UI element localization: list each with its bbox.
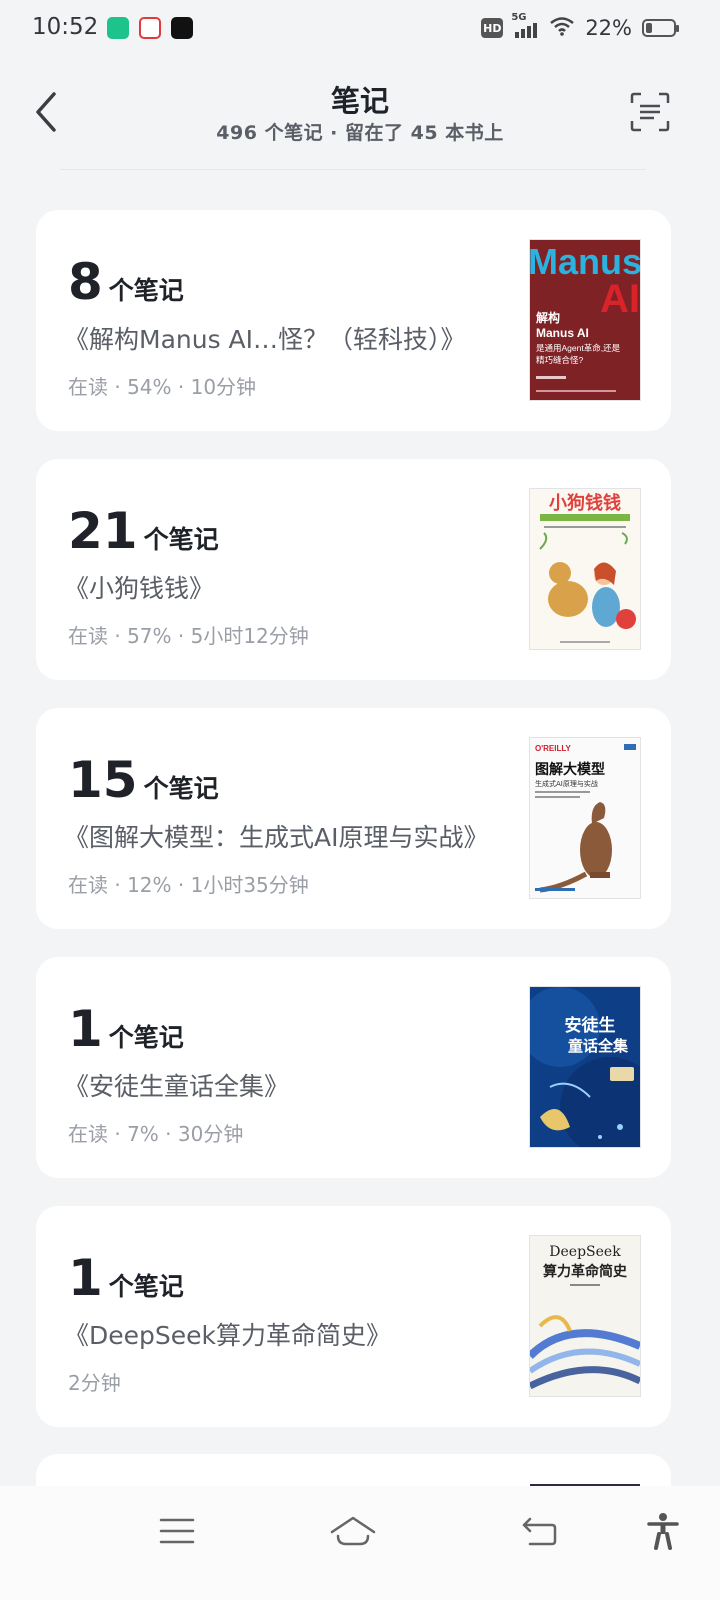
book-title: 《安徒生童话全集》 bbox=[64, 1072, 290, 1101]
note-count: 1 bbox=[68, 1000, 103, 1058]
note-count: 15 bbox=[68, 751, 138, 809]
hd-icon: HD bbox=[481, 18, 504, 38]
status-app-icons bbox=[107, 17, 193, 39]
cover-text: Manus AI bbox=[536, 326, 589, 340]
note-count-unit: 个笔记 bbox=[143, 774, 219, 803]
book-cover: DeepSeek 算力革命简史 bbox=[530, 1236, 640, 1396]
nav-home-button[interactable] bbox=[328, 1508, 378, 1554]
book-title: 《小狗钱钱》 bbox=[64, 574, 215, 603]
cover-text: 解构 bbox=[536, 310, 560, 325]
book-reading-meta: 在读 · 57% · 5小时12分钟 bbox=[68, 624, 309, 648]
book-title: 《图解大模型：生成式AI原理与实战》 bbox=[64, 823, 489, 852]
note-count-row: 21 个笔记 bbox=[68, 501, 219, 561]
book-cover: 小狗钱钱 bbox=[530, 489, 640, 649]
note-count-unit: 个笔记 bbox=[108, 1023, 184, 1052]
book-note-card[interactable]: 15 个笔记 《图解大模型：生成式AI原理与实战》 在读 · 12% · 1小时… bbox=[36, 708, 671, 929]
note-count-unit: 个笔记 bbox=[108, 1272, 184, 1301]
back-arrow-icon bbox=[522, 1517, 557, 1546]
network-type: 5G bbox=[511, 12, 527, 23]
battery-percent: 22% bbox=[585, 16, 632, 40]
page-title: 笔记 bbox=[330, 84, 389, 118]
battery-icon bbox=[642, 19, 679, 37]
app-notification-icon bbox=[171, 17, 193, 39]
cover-publisher: O'REILLY bbox=[535, 744, 572, 753]
header-divider bbox=[60, 169, 646, 170]
battery-level bbox=[646, 23, 652, 33]
book-note-card[interactable]: 8 个笔记 《解构Manus AI…怪？（轻科技）》 在读 · 54% · 10… bbox=[36, 210, 671, 431]
app-notification-icon bbox=[139, 17, 161, 39]
book-note-card[interactable]: 21 个笔记 《小狗钱钱》 在读 · 57% · 5小时12分钟 小狗钱钱 bbox=[36, 459, 671, 680]
note-count-unit: 个笔记 bbox=[143, 525, 219, 554]
home-icon bbox=[330, 1516, 376, 1546]
signal-icon: 5G bbox=[511, 12, 539, 38]
book-reading-meta: 在读 · 54% · 10分钟 bbox=[68, 375, 257, 399]
nav-accessibility-button[interactable] bbox=[638, 1508, 688, 1554]
nav-back-button[interactable] bbox=[514, 1508, 564, 1554]
note-count-row: 15 个笔记 bbox=[68, 750, 219, 810]
book-reading-meta: 2分钟 bbox=[68, 1371, 121, 1395]
book-title: 《解构Manus AI…怪？（轻科技）》 bbox=[64, 325, 466, 354]
cover-title: 童话全集 bbox=[568, 1037, 629, 1055]
app-notification-icon bbox=[107, 17, 129, 39]
note-count: 21 bbox=[68, 502, 138, 560]
note-count: 1 bbox=[68, 1249, 103, 1307]
nav-menu-button[interactable] bbox=[152, 1508, 202, 1554]
book-note-card[interactable]: 1 个笔记 《安徒生童话全集》 在读 · 7% · 30分钟 安徒生 童话全集 bbox=[36, 957, 671, 1178]
book-note-card[interactable]: 1 个笔记 《DeepSeek算力革命简史》 2分钟 DeepSeek 算力革命… bbox=[36, 1206, 671, 1427]
system-nav-bar bbox=[0, 1486, 720, 1600]
book-cover: 安徒生 童话全集 bbox=[530, 987, 640, 1147]
page-subtitle: 496 个笔记 · 留在了 45 本书上 bbox=[216, 122, 504, 144]
cover-text: 精巧缝合怪? bbox=[536, 355, 584, 365]
status-time: 10:52 bbox=[32, 14, 99, 40]
book-title: 《DeepSeek算力革命简史》 bbox=[64, 1321, 391, 1350]
book-cover: O'REILLY 图解大模型 生成式AI原理与实战 bbox=[530, 738, 640, 898]
menu-icon bbox=[159, 1518, 195, 1544]
scan-icon bbox=[630, 92, 670, 132]
scan-button[interactable] bbox=[628, 90, 672, 134]
cover-title: 小狗钱钱 bbox=[549, 492, 621, 514]
cover-title: 图解大模型 bbox=[535, 761, 605, 778]
cover-subtitle: 生成式AI原理与实战 bbox=[535, 779, 598, 788]
note-count-row: 1 个笔记 bbox=[68, 1248, 184, 1308]
accessibility-icon bbox=[647, 1513, 679, 1550]
cover-title: 安徒生 bbox=[565, 1015, 616, 1036]
cover-title: 算力革命简史 bbox=[543, 1263, 628, 1280]
wifi-icon bbox=[549, 16, 575, 40]
note-count-row: 1 个笔记 bbox=[68, 999, 184, 1059]
cover-title: DeepSeek bbox=[549, 1244, 621, 1260]
cover-title: Manus bbox=[530, 241, 640, 282]
note-count-row: 8 个笔记 bbox=[68, 252, 184, 312]
book-note-list: 8 个笔记 《解构Manus AI…怪？（轻科技）》 在读 · 54% · 10… bbox=[36, 210, 671, 1455]
book-cover: Manus AI 解构 Manus AI 是通用Agent革命,还是 精巧缝合怪… bbox=[530, 240, 640, 400]
status-indicators: HD 5G 22% bbox=[481, 12, 679, 40]
status-bar: 10:52 HD 5G 22% bbox=[0, 0, 720, 60]
note-count: 8 bbox=[68, 253, 103, 311]
book-reading-meta: 在读 · 12% · 1小时35分钟 bbox=[68, 873, 309, 897]
cover-text: 是通用Agent革命,还是 bbox=[536, 343, 621, 353]
cover-title: AI bbox=[600, 277, 640, 321]
page-header: 笔记 496 个笔记 · 留在了 45 本书上 bbox=[0, 60, 720, 168]
book-reading-meta: 在读 · 7% · 30分钟 bbox=[68, 1122, 244, 1146]
note-count-unit: 个笔记 bbox=[108, 276, 184, 305]
